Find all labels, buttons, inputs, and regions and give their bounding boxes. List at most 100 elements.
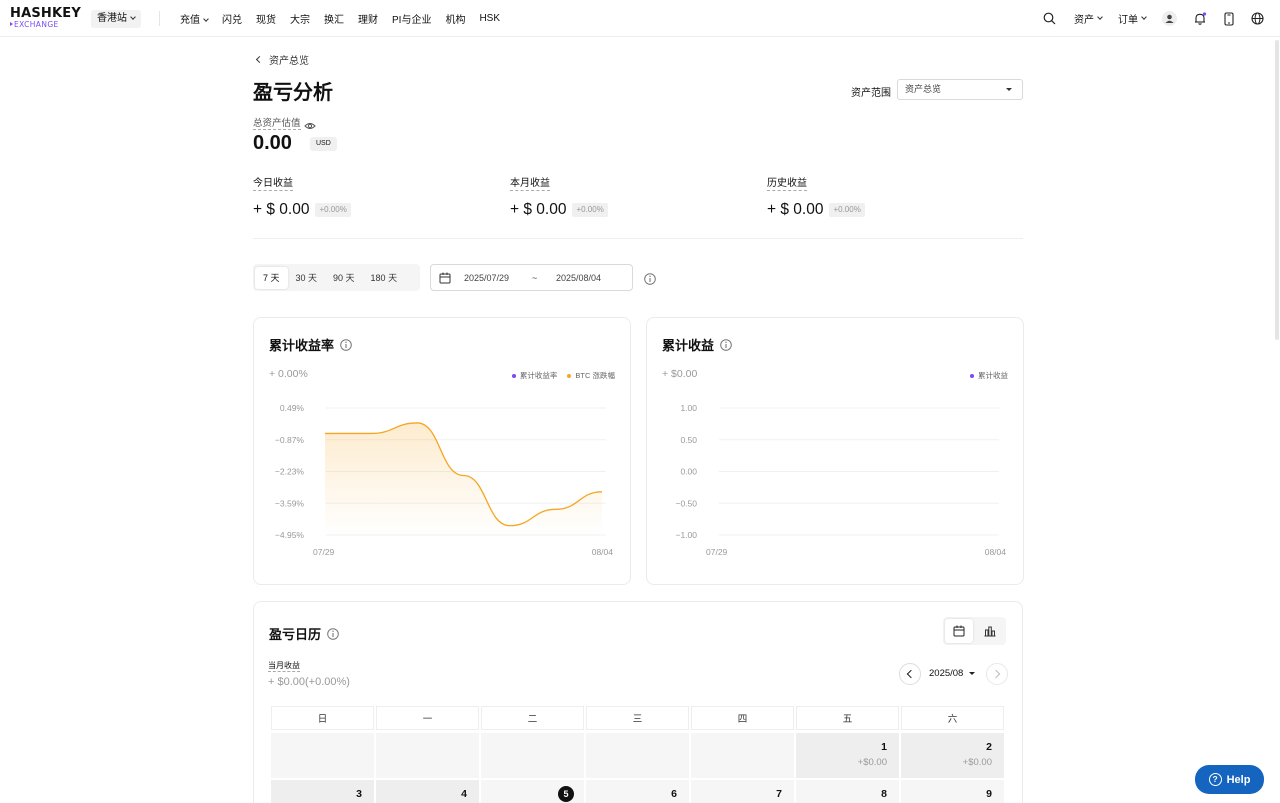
- calendar-day[interactable]: 8: [796, 780, 899, 803]
- day-number: 9: [986, 788, 992, 800]
- mobile-icon[interactable]: [1223, 11, 1235, 26]
- calendar-day-empty: [376, 733, 479, 778]
- currency-badge[interactable]: USD: [310, 137, 337, 151]
- month-pnl-label: 当月收益: [268, 661, 300, 672]
- period-selector: 7 天 30 天 90 天 180 天: [253, 264, 420, 291]
- period-30d-button[interactable]: 30 天: [288, 267, 326, 289]
- calendar-icon: [439, 272, 451, 286]
- y-tick-label: −1.00: [675, 530, 697, 540]
- logo-subtext: EXCHANGE: [10, 20, 80, 29]
- prev-month-button[interactable]: [899, 663, 921, 685]
- day-number: 7: [776, 788, 782, 800]
- weekday-header: 日 一 二 三 四 五 六: [271, 706, 1006, 730]
- bar-chart-icon: [984, 626, 996, 637]
- stat-percent: +0.00%: [829, 203, 865, 217]
- today-marker: 5: [558, 786, 574, 802]
- weekday-label: 一: [376, 706, 479, 730]
- month-pnl-value: + $0.00(+0.00%): [268, 676, 350, 688]
- x-tick-label: 08/04: [592, 547, 614, 557]
- calendar-day-empty: [691, 733, 794, 778]
- nav-item-hsk[interactable]: HSK: [479, 13, 500, 24]
- orders-menu[interactable]: 订单: [1118, 11, 1147, 26]
- period-7d-button[interactable]: 7 天: [255, 266, 288, 289]
- info-icon[interactable]: [644, 272, 656, 290]
- calendar-day-today[interactable]: 5: [481, 780, 584, 803]
- next-month-button[interactable]: [986, 663, 1008, 685]
- total-assets-label: 总资产估值: [253, 118, 301, 130]
- user-icon[interactable]: [1162, 11, 1177, 26]
- date-range-picker[interactable]: 2025/07/29 ~ 2025/08/04: [430, 264, 633, 291]
- x-tick-label: 07/29: [706, 547, 728, 557]
- calendar-day[interactable]: 6: [586, 780, 689, 803]
- nav-item-earn[interactable]: 理财: [358, 11, 378, 26]
- site-selector[interactable]: 香港站: [91, 10, 141, 28]
- cumulative-pnl-chart[interactable]: 1.00 0.50 0.00 −0.50 −1.00 07/29 08/04: [647, 318, 1025, 586]
- calendar-day[interactable]: 3: [271, 780, 374, 803]
- weekday-label: 五: [796, 706, 899, 730]
- nav-item-convert[interactable]: 闪兑: [222, 11, 242, 26]
- stat-label: 今日收益: [253, 178, 293, 191]
- period-90d-button[interactable]: 90 天: [325, 267, 363, 289]
- stat-amount: + $ 0.00: [510, 201, 567, 218]
- hashkey-logo[interactable]: HASHKEY EXCHANGE: [10, 6, 81, 31]
- calendar-day[interactable]: 9: [901, 780, 1004, 803]
- calendar-day[interactable]: 1 +$0.00: [796, 733, 899, 778]
- nav-item-spot[interactable]: 现货: [256, 11, 276, 26]
- scrollbar[interactable]: [1275, 40, 1279, 340]
- help-button[interactable]: ? Help: [1195, 765, 1264, 794]
- y-tick-label: −4.95%: [275, 530, 305, 540]
- calendar-day[interactable]: 2 +$0.00: [901, 733, 1004, 778]
- globe-icon[interactable]: [1251, 12, 1264, 25]
- back-link[interactable]: 资产总览: [255, 52, 309, 67]
- calendar-day[interactable]: 4: [376, 780, 479, 803]
- x-tick-label: 07/29: [313, 547, 335, 557]
- y-tick-label: −0.87%: [275, 435, 305, 445]
- calendar-day-empty: [271, 733, 374, 778]
- month-pnl: 本月收益 + $ 0.00 +0.00%: [510, 173, 608, 219]
- chevron-down-icon: [203, 16, 209, 22]
- stat-percent: +0.00%: [315, 203, 351, 217]
- eye-icon[interactable]: [304, 118, 316, 136]
- assets-menu[interactable]: 资产: [1074, 11, 1103, 26]
- stat-label: 本月收益: [510, 178, 550, 191]
- chevron-down-icon: [1097, 13, 1103, 20]
- calendar-view-button[interactable]: [945, 619, 973, 643]
- day-number: 1: [881, 741, 887, 753]
- page-title: 盈亏分析: [253, 82, 333, 104]
- chevron-left-icon: [906, 669, 916, 679]
- nav-item-deposit[interactable]: 充值: [180, 11, 209, 26]
- day-pnl: +$0.00: [857, 757, 887, 768]
- cumulative-pnl-card: 累计收益 + $0.00 累计收益 1.00 0.50 0.00 −0.50 −1.00…: [646, 317, 1024, 585]
- stat-percent: +0.00%: [572, 203, 608, 217]
- main-nav: 充值 闪兑 现货 大宗 换汇 理财 PI与企业 机构 HSK: [180, 0, 514, 37]
- calendar-icon: [953, 625, 965, 637]
- y-tick-label: −2.23%: [275, 467, 305, 477]
- search-icon[interactable]: [1043, 12, 1056, 25]
- calendar-day[interactable]: 7: [691, 780, 794, 803]
- nav-item-block-trade[interactable]: 大宗: [290, 11, 310, 26]
- y-tick-label: 1.00: [680, 403, 697, 413]
- asset-range-value: 资产总览: [905, 84, 942, 94]
- nav-item-pi-enterprise[interactable]: PI与企业: [392, 11, 431, 26]
- nav-item-institution[interactable]: 机构: [445, 11, 465, 26]
- total-assets-value: 0.00: [253, 132, 292, 154]
- month-selector[interactable]: 2025/08: [929, 668, 976, 679]
- cumulative-return-chart[interactable]: 0.49% −0.87% −2.23% −3.59% −4.95% 07/29 08/04: [254, 318, 632, 586]
- logo-text: HASHKEY: [10, 6, 81, 21]
- chevron-down-icon: [1141, 13, 1147, 20]
- weekday-label: 六: [901, 706, 1004, 730]
- history-pnl: 历史收益 + $ 0.00 +0.00%: [767, 173, 865, 219]
- pnl-calendar-card: 盈亏日历 当月收益 + $0.00(+0.00%) 2025/08 日 一 二 …: [253, 601, 1023, 803]
- start-date[interactable]: 2025/07/29: [464, 273, 509, 283]
- card-title: 盈亏日历: [269, 624, 339, 643]
- period-180d-button[interactable]: 180 天: [363, 267, 406, 289]
- stat-label: 历史收益: [767, 178, 807, 191]
- bar-chart-view-button[interactable]: [976, 619, 1004, 643]
- bell-icon[interactable]: [1193, 11, 1207, 26]
- nav-item-fx[interactable]: 换汇: [324, 11, 344, 26]
- top-header: HASHKEY EXCHANGE 香港站 充值 闪兑 现货 大宗 换汇 理财 P…: [0, 0, 1280, 37]
- header-right: 资产 订单: [1027, 0, 1264, 37]
- end-date[interactable]: 2025/08/04: [556, 273, 601, 283]
- asset-range-select[interactable]: 资产总览: [897, 79, 1023, 100]
- info-icon[interactable]: [327, 627, 339, 640]
